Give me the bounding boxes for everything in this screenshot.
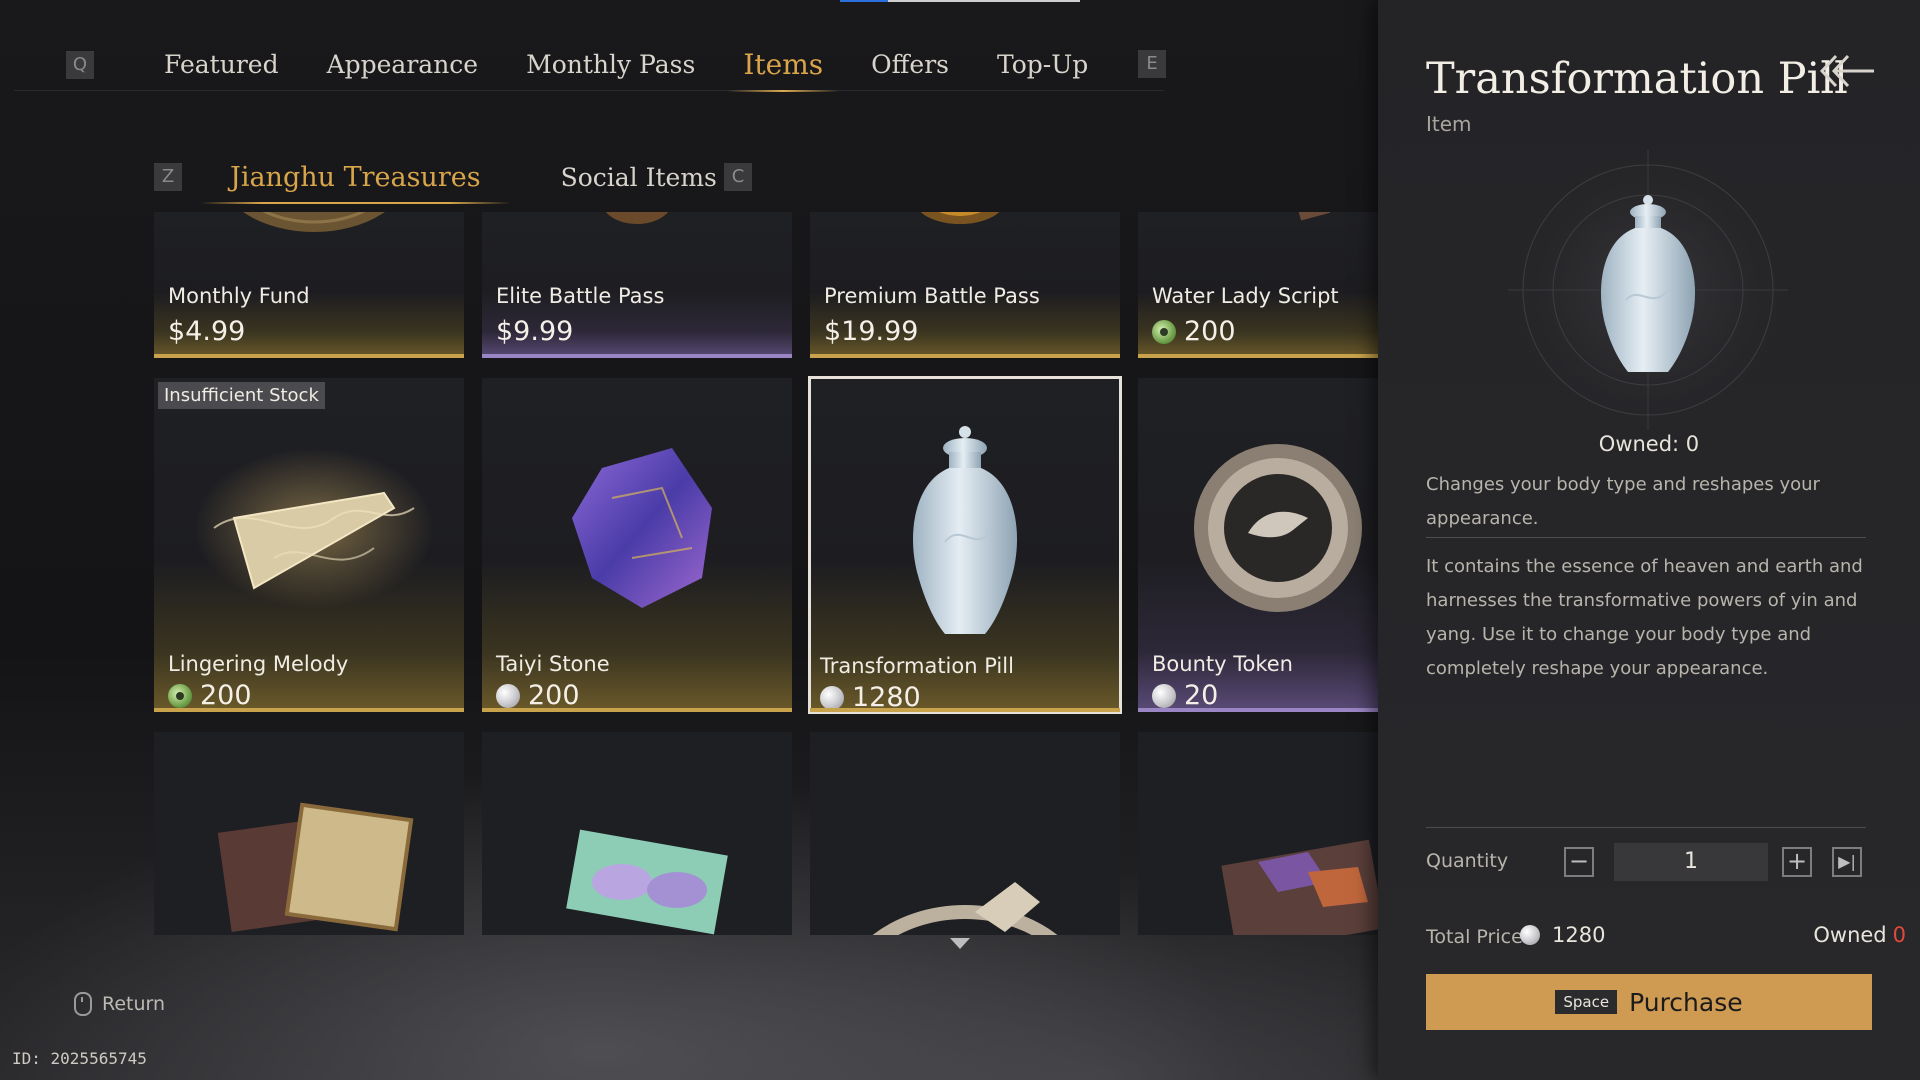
owned-label: Owned [1813,923,1887,947]
item-price: $9.99 [496,316,574,347]
item-detail-panel: Transformation Pill Item Owned: 0 Change… [1378,0,1920,1080]
increase-quantity-button[interactable]: + [1782,847,1812,877]
item-grid: Monthly Fund $4.99 Elite Battle Pass $9.… [154,212,1380,935]
prev-tab-key[interactable]: Q [66,51,94,79]
next-tab-key[interactable]: E [1138,50,1166,78]
item-price: 200 [1152,316,1236,347]
owned-summary: Owned 0 [1813,923,1906,947]
tab-appearance[interactable]: Appearance [303,42,503,92]
item-name: Transformation Pill [820,654,1014,678]
item-card-row3-2[interactable] [482,732,792,935]
item-card-bounty-token[interactable]: Bounty Token 20 [1138,378,1380,712]
item-card-transformation-pill[interactable]: Transformation Pill 1280 [808,376,1122,714]
item-price: 200 [168,680,252,711]
item-name: Lingering Melody [168,652,349,676]
item-name: Monthly Fund [168,284,310,308]
tab-monthly-pass[interactable]: Monthly Pass [502,42,719,92]
item-card-lingering-melody[interactable]: Insufficient Stock Lingering Melody 200 [154,378,464,712]
jade-coin-icon [1152,319,1176,344]
transformation-pill-image [912,426,1018,634]
item-name: Taiyi Stone [496,652,610,676]
monthly-fund-image [243,212,385,232]
top-divider [14,90,1164,91]
total-price-value: 1280 [1552,923,1606,947]
item-price: 1280 [820,682,921,712]
item-card-elite-battle-pass[interactable]: Elite Battle Pass $9.99 [482,212,792,358]
return-button[interactable]: Return [74,992,165,1016]
scroll-down-icon[interactable] [950,938,970,949]
max-quantity-button[interactable]: ▶| [1832,847,1862,877]
item-card-row3-3[interactable] [810,732,1120,935]
purchase-button[interactable]: Space Purchase [1426,974,1872,1030]
gem-box-image [566,829,728,935]
long-description: It contains the essence of heaven and ea… [1426,556,1863,679]
book-item-image [217,802,414,932]
premium-battle-pass-image [920,212,1000,224]
quantity-label: Quantity [1426,850,1509,872]
item-card-premium-battle-pass[interactable]: Premium Battle Pass $19.99 [810,212,1120,358]
pearl-coin-icon [1152,683,1176,708]
back-arrow-icon[interactable] [1818,50,1876,92]
jade-coin-icon [168,683,192,708]
item-name: Bounty Token [1152,652,1293,676]
detail-type: Item [1426,112,1472,136]
pearl-coin-icon [496,683,520,708]
item-name: Elite Battle Pass [496,284,665,308]
total-price: 1280 [1520,923,1605,947]
item-price: 20 [1152,680,1218,711]
decrease-quantity-button[interactable]: − [1564,847,1594,877]
item-price: $4.99 [168,316,246,347]
lingering-melody-image [194,448,434,608]
item-preview-image [1508,150,1788,430]
item-card-row3-1[interactable] [154,732,464,935]
mouse-icon [74,992,92,1016]
water-lady-script-image [1295,212,1331,221]
subtab-social-items[interactable]: Social Items [531,158,747,202]
tab-items[interactable]: Items [719,42,847,92]
tab-top-up[interactable]: Top-Up [973,42,1112,92]
return-label: Return [102,993,166,1015]
next-subtab-key[interactable]: C [724,163,752,191]
tab-offers[interactable]: Offers [847,42,973,92]
item-name: Water Lady Script [1152,284,1339,308]
prev-subtab-key[interactable]: Z [154,163,182,191]
subtab-jianghu-treasures[interactable]: Jianghu Treasures [200,158,511,204]
cloth-item-image [872,882,1058,935]
bounty-token-image [1194,444,1362,612]
item-card-taiyi-stone[interactable]: Taiyi Stone 200 [482,378,792,712]
chest-item-image [1221,839,1380,935]
item-card-row3-4[interactable] [1138,732,1380,935]
pearl-coin-icon [820,685,844,710]
short-description: Changes your body type and reshapes your… [1426,474,1820,529]
taiyi-stone-image [572,448,712,608]
total-price-label: Total Price [1426,926,1523,948]
tab-featured[interactable]: Featured [140,42,303,92]
player-id: ID: 2025565745 [12,1049,147,1068]
owned-count: Owned: 0 [1598,432,1700,456]
top-tabs: Featured Appearance Monthly Pass Items O… [140,42,1112,92]
divider [1426,827,1866,828]
top-scroll-indicator [840,0,1080,2]
item-card-monthly-fund[interactable]: Monthly Fund $4.99 [154,212,464,358]
space-key: Space [1555,990,1618,1014]
quantity-input[interactable]: 1 [1614,843,1768,881]
pearl-coin-icon [1520,925,1540,945]
owned-value: 0 [1892,923,1906,947]
item-price: 200 [496,680,580,711]
purchase-label: Purchase [1629,987,1743,1017]
item-card-water-lady-script[interactable]: Water Lady Script 200 [1138,212,1380,358]
sub-tabs: Jianghu Treasures Social Items [200,158,747,204]
divider [1426,537,1866,538]
item-price: $19.99 [824,316,919,347]
elite-battle-pass-image [605,212,669,224]
item-name: Premium Battle Pass [824,284,1040,308]
insufficient-stock-badge: Insufficient Stock [158,382,325,409]
detail-title: Transformation Pill [1426,54,1848,104]
